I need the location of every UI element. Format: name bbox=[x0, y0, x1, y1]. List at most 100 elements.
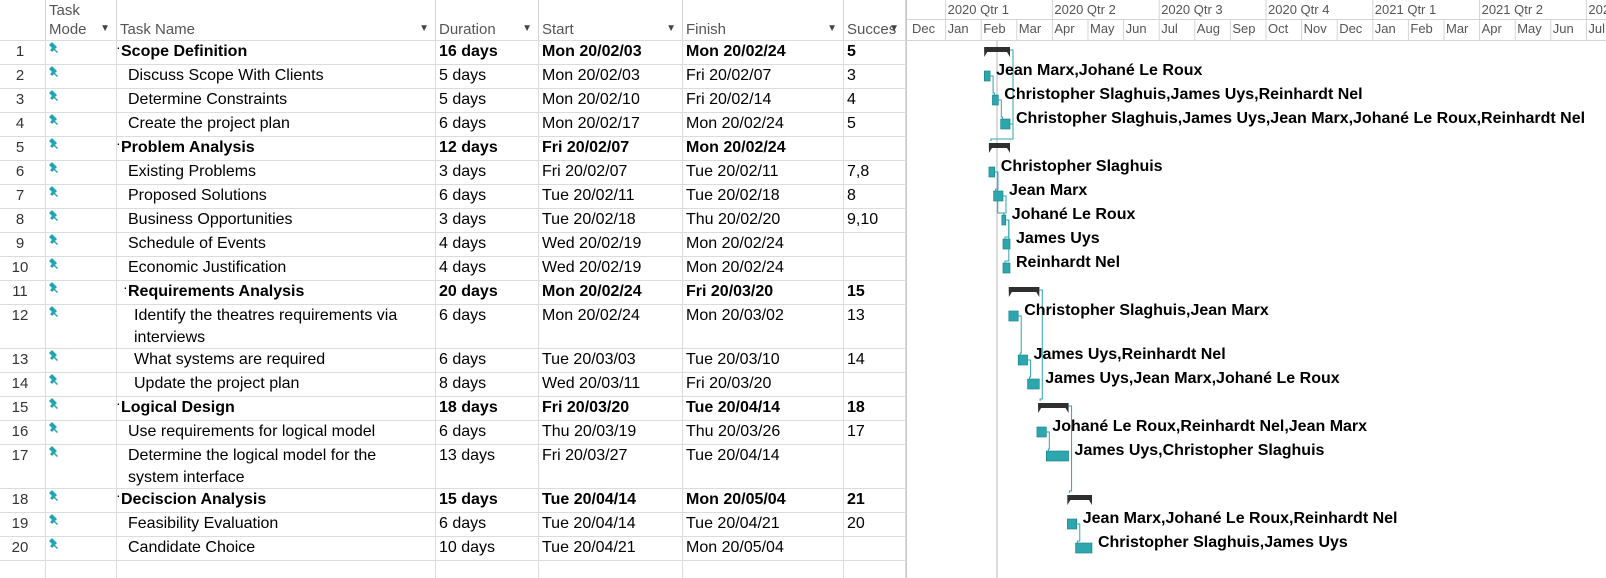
task-bar[interactable] bbox=[1017, 354, 1028, 366]
timescale-quarter[interactable]: 2021 Qtr 1 bbox=[1375, 2, 1436, 17]
timescale-month[interactable]: Apr bbox=[1054, 21, 1074, 36]
task-finish[interactable]: Thu 20/03/26 bbox=[686, 421, 780, 443]
task-finish[interactable]: Mon 20/02/24 bbox=[686, 113, 784, 135]
task-duration[interactable]: 6 days bbox=[439, 305, 486, 327]
task-start[interactable]: Mon 20/02/10 bbox=[542, 89, 640, 111]
task-duration[interactable]: 10 days bbox=[439, 537, 495, 559]
task-finish[interactable]: Fri 20/02/07 bbox=[686, 65, 771, 87]
timescale-month[interactable]: Oct bbox=[1268, 21, 1288, 36]
task-start[interactable]: Tue 20/03/03 bbox=[542, 349, 636, 371]
task-successors[interactable]: 14 bbox=[847, 349, 865, 371]
task-successors[interactable]: 9,10 bbox=[847, 209, 878, 231]
timescale-month[interactable]: May bbox=[1090, 21, 1115, 36]
row-number[interactable]: 17 bbox=[0, 445, 40, 467]
task-duration[interactable]: 16 days bbox=[439, 41, 498, 63]
chevron-down-icon[interactable]: ▼ bbox=[666, 23, 676, 34]
task-start[interactable]: Wed 20/02/19 bbox=[542, 257, 641, 279]
task-duration[interactable]: 13 days bbox=[439, 445, 495, 467]
summary-task-name[interactable]: Logical Design bbox=[121, 397, 235, 419]
row-number[interactable]: 14 bbox=[0, 373, 40, 395]
row-number[interactable]: 4 bbox=[0, 113, 40, 135]
column-header-duration[interactable]: Duration ▼ bbox=[436, 0, 539, 40]
task-finish[interactable]: Fri 20/02/14 bbox=[686, 89, 771, 111]
task-name[interactable]: Existing Problems bbox=[128, 161, 256, 183]
task-finish[interactable]: Tue 20/04/14 bbox=[686, 397, 780, 419]
task-duration[interactable]: 4 days bbox=[439, 257, 486, 279]
timescale-quarter[interactable]: 202 bbox=[1588, 2, 1606, 17]
task-bar[interactable] bbox=[1036, 426, 1047, 438]
timescale-month[interactable]: Jan bbox=[948, 21, 969, 36]
task-finish[interactable]: Mon 20/05/04 bbox=[686, 537, 784, 559]
task-bar[interactable] bbox=[988, 166, 996, 178]
summary-task-name[interactable]: Scope Definition bbox=[121, 41, 247, 63]
task-name[interactable]: Proposed Solutions bbox=[128, 185, 267, 207]
row-number[interactable]: 15 bbox=[0, 397, 40, 419]
task-start[interactable]: Tue 20/04/14 bbox=[542, 513, 636, 535]
task-successors[interactable]: 13 bbox=[847, 305, 865, 327]
task-finish[interactable]: Tue 20/02/18 bbox=[686, 185, 780, 207]
row-number[interactable]: 13 bbox=[0, 349, 40, 371]
row-number[interactable]: 16 bbox=[0, 421, 40, 443]
task-successors[interactable]: 20 bbox=[847, 513, 865, 535]
task-bar[interactable] bbox=[993, 190, 1004, 202]
task-name[interactable]: Create the project plan bbox=[128, 113, 290, 135]
collapse-toggle-icon[interactable]: · bbox=[116, 395, 121, 411]
row-number[interactable]: 18 bbox=[0, 489, 40, 511]
chevron-down-icon[interactable]: ▼ bbox=[419, 23, 429, 34]
chevron-down-icon[interactable]: ▼ bbox=[827, 23, 837, 34]
collapse-toggle-icon[interactable]: · bbox=[116, 135, 121, 151]
task-duration[interactable]: 6 days bbox=[439, 349, 486, 371]
task-name[interactable]: Determine Constraints bbox=[128, 89, 287, 111]
row-number[interactable]: 2 bbox=[0, 65, 40, 87]
task-successors[interactable]: 15 bbox=[847, 281, 865, 303]
task-successors[interactable]: 3 bbox=[847, 65, 856, 87]
row-number[interactable]: 10 bbox=[0, 257, 40, 279]
task-start[interactable]: Fri 20/02/07 bbox=[542, 161, 627, 183]
task-duration[interactable]: 4 days bbox=[439, 233, 486, 255]
timescale-month[interactable]: Aug bbox=[1197, 21, 1220, 36]
task-duration[interactable]: 6 days bbox=[439, 421, 486, 443]
task-finish[interactable]: Fri 20/03/20 bbox=[686, 281, 773, 303]
summary-task-name[interactable]: Requirements Analysis bbox=[128, 281, 304, 303]
summary-bar[interactable] bbox=[988, 143, 1011, 148]
task-name[interactable]: Use requirements for logical model bbox=[128, 421, 375, 443]
task-name[interactable]: Business Opportunities bbox=[128, 209, 293, 231]
timescale-month[interactable]: Mar bbox=[1019, 21, 1041, 36]
row-number[interactable]: 12 bbox=[0, 305, 40, 327]
timescale-month[interactable]: Feb bbox=[1410, 21, 1432, 36]
task-start[interactable]: Mon 20/02/17 bbox=[542, 113, 640, 135]
task-finish[interactable]: Mon 20/02/24 bbox=[686, 41, 786, 63]
task-successors[interactable]: 4 bbox=[847, 89, 856, 111]
task-duration[interactable]: 12 days bbox=[439, 137, 498, 159]
task-bar[interactable] bbox=[1000, 118, 1011, 130]
task-duration[interactable]: 8 days bbox=[439, 373, 486, 395]
task-bar[interactable] bbox=[1002, 262, 1011, 274]
task-bar[interactable] bbox=[1008, 310, 1019, 322]
task-duration[interactable]: 5 days bbox=[439, 65, 486, 87]
column-header-start[interactable]: Start ▼ bbox=[539, 0, 683, 40]
task-name[interactable]: Identify the theatres requirements via i… bbox=[134, 305, 430, 349]
task-duration[interactable]: 6 days bbox=[439, 513, 486, 535]
task-start[interactable]: Fri 20/03/27 bbox=[542, 445, 627, 467]
task-duration[interactable]: 20 days bbox=[439, 281, 498, 303]
summary-task-name[interactable]: Problem Analysis bbox=[121, 137, 255, 159]
timescale-month[interactable]: May bbox=[1517, 21, 1542, 36]
task-name[interactable]: Discuss Scope With Clients bbox=[128, 65, 324, 87]
task-start[interactable]: Mon 20/02/24 bbox=[542, 281, 642, 303]
task-successors[interactable]: 5 bbox=[847, 41, 856, 63]
collapse-toggle-icon[interactable]: · bbox=[116, 39, 121, 55]
row-number[interactable]: 7 bbox=[0, 185, 40, 207]
task-finish[interactable]: Mon 20/05/04 bbox=[686, 489, 786, 511]
summary-bar[interactable] bbox=[1008, 287, 1040, 292]
task-start[interactable]: Wed 20/03/11 bbox=[542, 373, 640, 395]
task-name[interactable]: Feasibility Evaluation bbox=[128, 513, 278, 535]
task-successors[interactable]: 5 bbox=[847, 113, 856, 135]
task-finish[interactable]: Mon 20/03/02 bbox=[686, 305, 784, 327]
column-header-finish[interactable]: Finish ▼ bbox=[683, 0, 844, 40]
task-duration[interactable]: 6 days bbox=[439, 113, 486, 135]
task-finish[interactable]: Tue 20/04/14 bbox=[686, 445, 780, 467]
task-bar[interactable] bbox=[1067, 518, 1078, 530]
row-number[interactable]: 11 bbox=[0, 281, 40, 303]
task-successors[interactable]: 8 bbox=[847, 185, 856, 207]
task-bar[interactable] bbox=[1027, 378, 1040, 390]
